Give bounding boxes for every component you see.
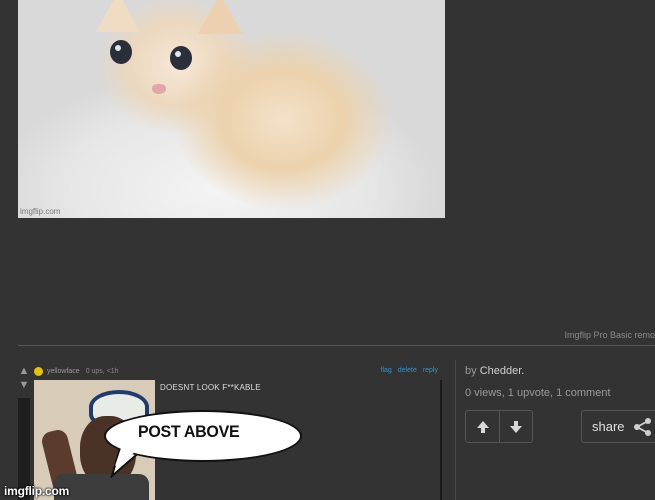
user-badge-icon: [34, 366, 43, 376]
comment-rail: [440, 380, 442, 500]
comment-upvote-icon[interactable]: ▲: [17, 364, 31, 378]
by-prefix: by: [465, 365, 477, 377]
speech-bubble-text: POST ABOVE: [138, 423, 240, 442]
author-line: by Chedder.: [465, 365, 524, 377]
image-watermark: imgflip.com: [20, 207, 61, 216]
delete-link[interactable]: delete: [398, 367, 417, 374]
downvote-button[interactable]: [499, 411, 532, 442]
upvote-button[interactable]: [466, 411, 499, 442]
share-button[interactable]: share: [581, 410, 655, 443]
site-watermark: imgflip.com: [4, 484, 70, 498]
cat-ear-left: [96, 0, 140, 32]
cat-eye-left: [110, 40, 132, 64]
comment-downvote-icon[interactable]: ▼: [17, 378, 31, 392]
speech-bubble-tail-fill: [115, 448, 141, 466]
comment-actions: flag delete reply: [377, 367, 438, 374]
comment-vote-column: ▲ ▼: [17, 364, 31, 500]
flag-link[interactable]: flag: [381, 367, 392, 374]
share-label: share: [592, 419, 625, 434]
down-arrow-icon: [510, 420, 522, 433]
share-icon: [633, 417, 651, 436]
comment-text: DOESNT LOOK F**KABLE: [160, 383, 261, 392]
comment-meta: 0 ups, <1h: [85, 367, 119, 375]
comment-username[interactable]: yellowface: [47, 368, 80, 375]
post-vote-box: [465, 410, 533, 443]
cat-nose: [152, 84, 166, 94]
cat-ear-right: [198, 0, 242, 34]
reply-link[interactable]: reply: [423, 367, 438, 374]
divider: [18, 345, 655, 346]
post-stats: 0 views, 1 upvote, 1 comment: [465, 387, 611, 399]
up-arrow-icon: [476, 420, 489, 433]
author-link[interactable]: Chedder.: [480, 365, 525, 377]
meme-image[interactable]: imgflip.com: [18, 0, 445, 218]
pro-note[interactable]: Imgflip Pro Basic remo: [564, 330, 655, 340]
speech-bubble: POST ABOVE: [104, 410, 302, 478]
column-separator: [455, 360, 456, 500]
cat-eye-right: [170, 46, 192, 70]
